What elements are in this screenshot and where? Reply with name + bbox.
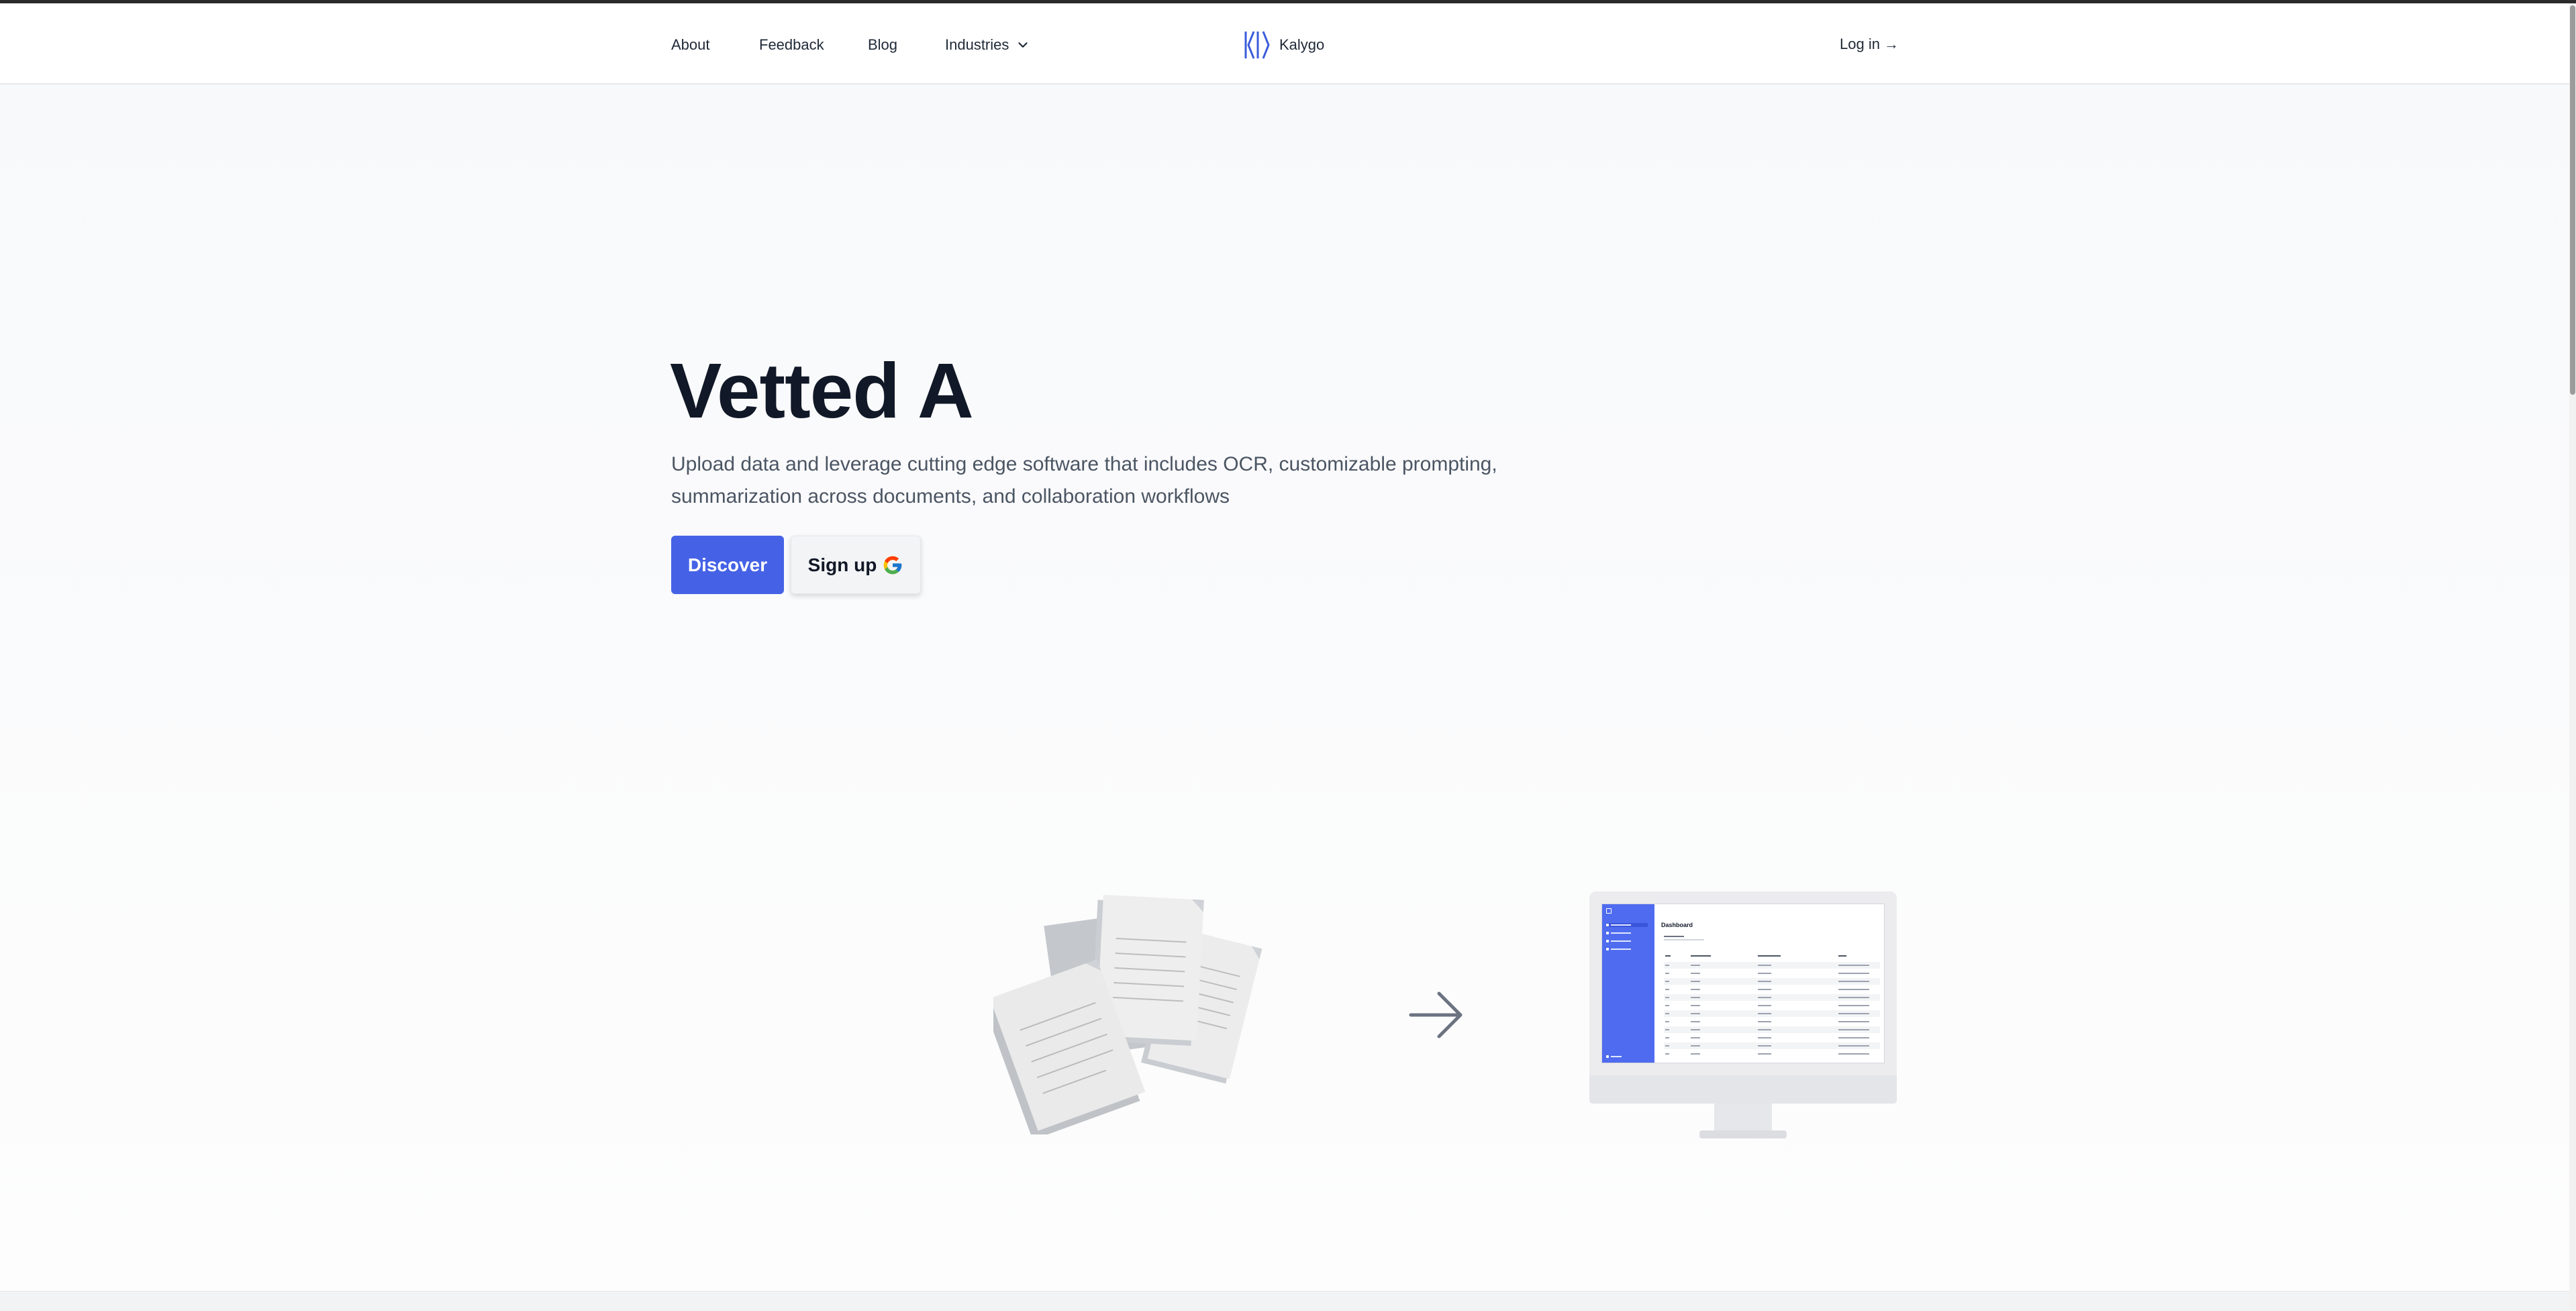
screen-table-row [1664, 1042, 1880, 1049]
screen-subtitle-line [1664, 936, 1684, 937]
discover-button[interactable]: Discover [671, 536, 784, 594]
top-navbar: About Feedback Blog Industries Kalygo Lo… [0, 3, 2569, 85]
screen-subtitle-line [1664, 939, 1704, 940]
screen-table-row [1664, 1026, 1880, 1033]
screen-table-row [1664, 1034, 1880, 1041]
screen-title: Dashboard [1661, 922, 1693, 928]
login-link[interactable]: Log in → [1840, 36, 1899, 53]
screen-table-row [1664, 1002, 1880, 1009]
google-icon [883, 556, 902, 574]
screen-sidebar-item [1606, 1055, 1648, 1059]
arrow-right-icon [1409, 991, 1463, 1038]
signup-google-button[interactable]: Sign up [791, 536, 921, 594]
monitor-stand [1714, 1104, 1772, 1133]
next-section-edge [0, 1291, 2569, 1311]
screen-main: Dashboard [1654, 904, 1884, 1063]
nav-industries-label: Industries [945, 36, 1009, 53]
screen-sidebar-item [1606, 923, 1648, 927]
hero-subtitle: Upload data and leverage cutting edge so… [671, 453, 1497, 507]
signup-label: Sign up [807, 554, 877, 575]
screen-table-row [1664, 994, 1880, 1001]
screen-logo-icon [1606, 908, 1612, 914]
documents-illustration [993, 894, 1262, 1134]
screen-sidebar-item [1606, 939, 1648, 943]
nav-link-blog[interactable]: Blog [868, 36, 897, 54]
scrollbar-thumb[interactable] [2570, 5, 2575, 395]
screen-sidebar-item [1606, 947, 1648, 951]
nav-dropdown-industries[interactable]: Industries [945, 36, 1030, 54]
brand-name: Kalygo [1279, 36, 1325, 53]
screen-sidebar-item [1606, 931, 1648, 935]
monitor-chin [1589, 1075, 1897, 1104]
screen-table-header [1664, 953, 1880, 959]
screen-sidebar [1602, 904, 1654, 1063]
nav-link-feedback[interactable]: Feedback [759, 36, 824, 54]
screen-table-row [1664, 1018, 1880, 1025]
nav-link-about[interactable]: About [671, 36, 710, 54]
monitor-illustration: Dashboard [1589, 891, 1897, 1141]
hero-title: Vetted A [670, 347, 974, 434]
screen-table-row [1664, 962, 1880, 969]
screen-table-row [1664, 986, 1880, 993]
brand-logo-link[interactable]: Kalygo [1243, 28, 1324, 62]
screen-table-row [1664, 970, 1880, 977]
chevron-down-icon [1018, 42, 1028, 48]
screen-table-row [1664, 1051, 1880, 1057]
screen-table-row [1664, 978, 1880, 985]
screen-table-row [1664, 1010, 1880, 1017]
kalygo-logo-icon [1244, 31, 1270, 59]
monitor-base [1699, 1130, 1787, 1138]
monitor-screen: Dashboard [1601, 904, 1885, 1063]
hero-section [0, 86, 2569, 1291]
